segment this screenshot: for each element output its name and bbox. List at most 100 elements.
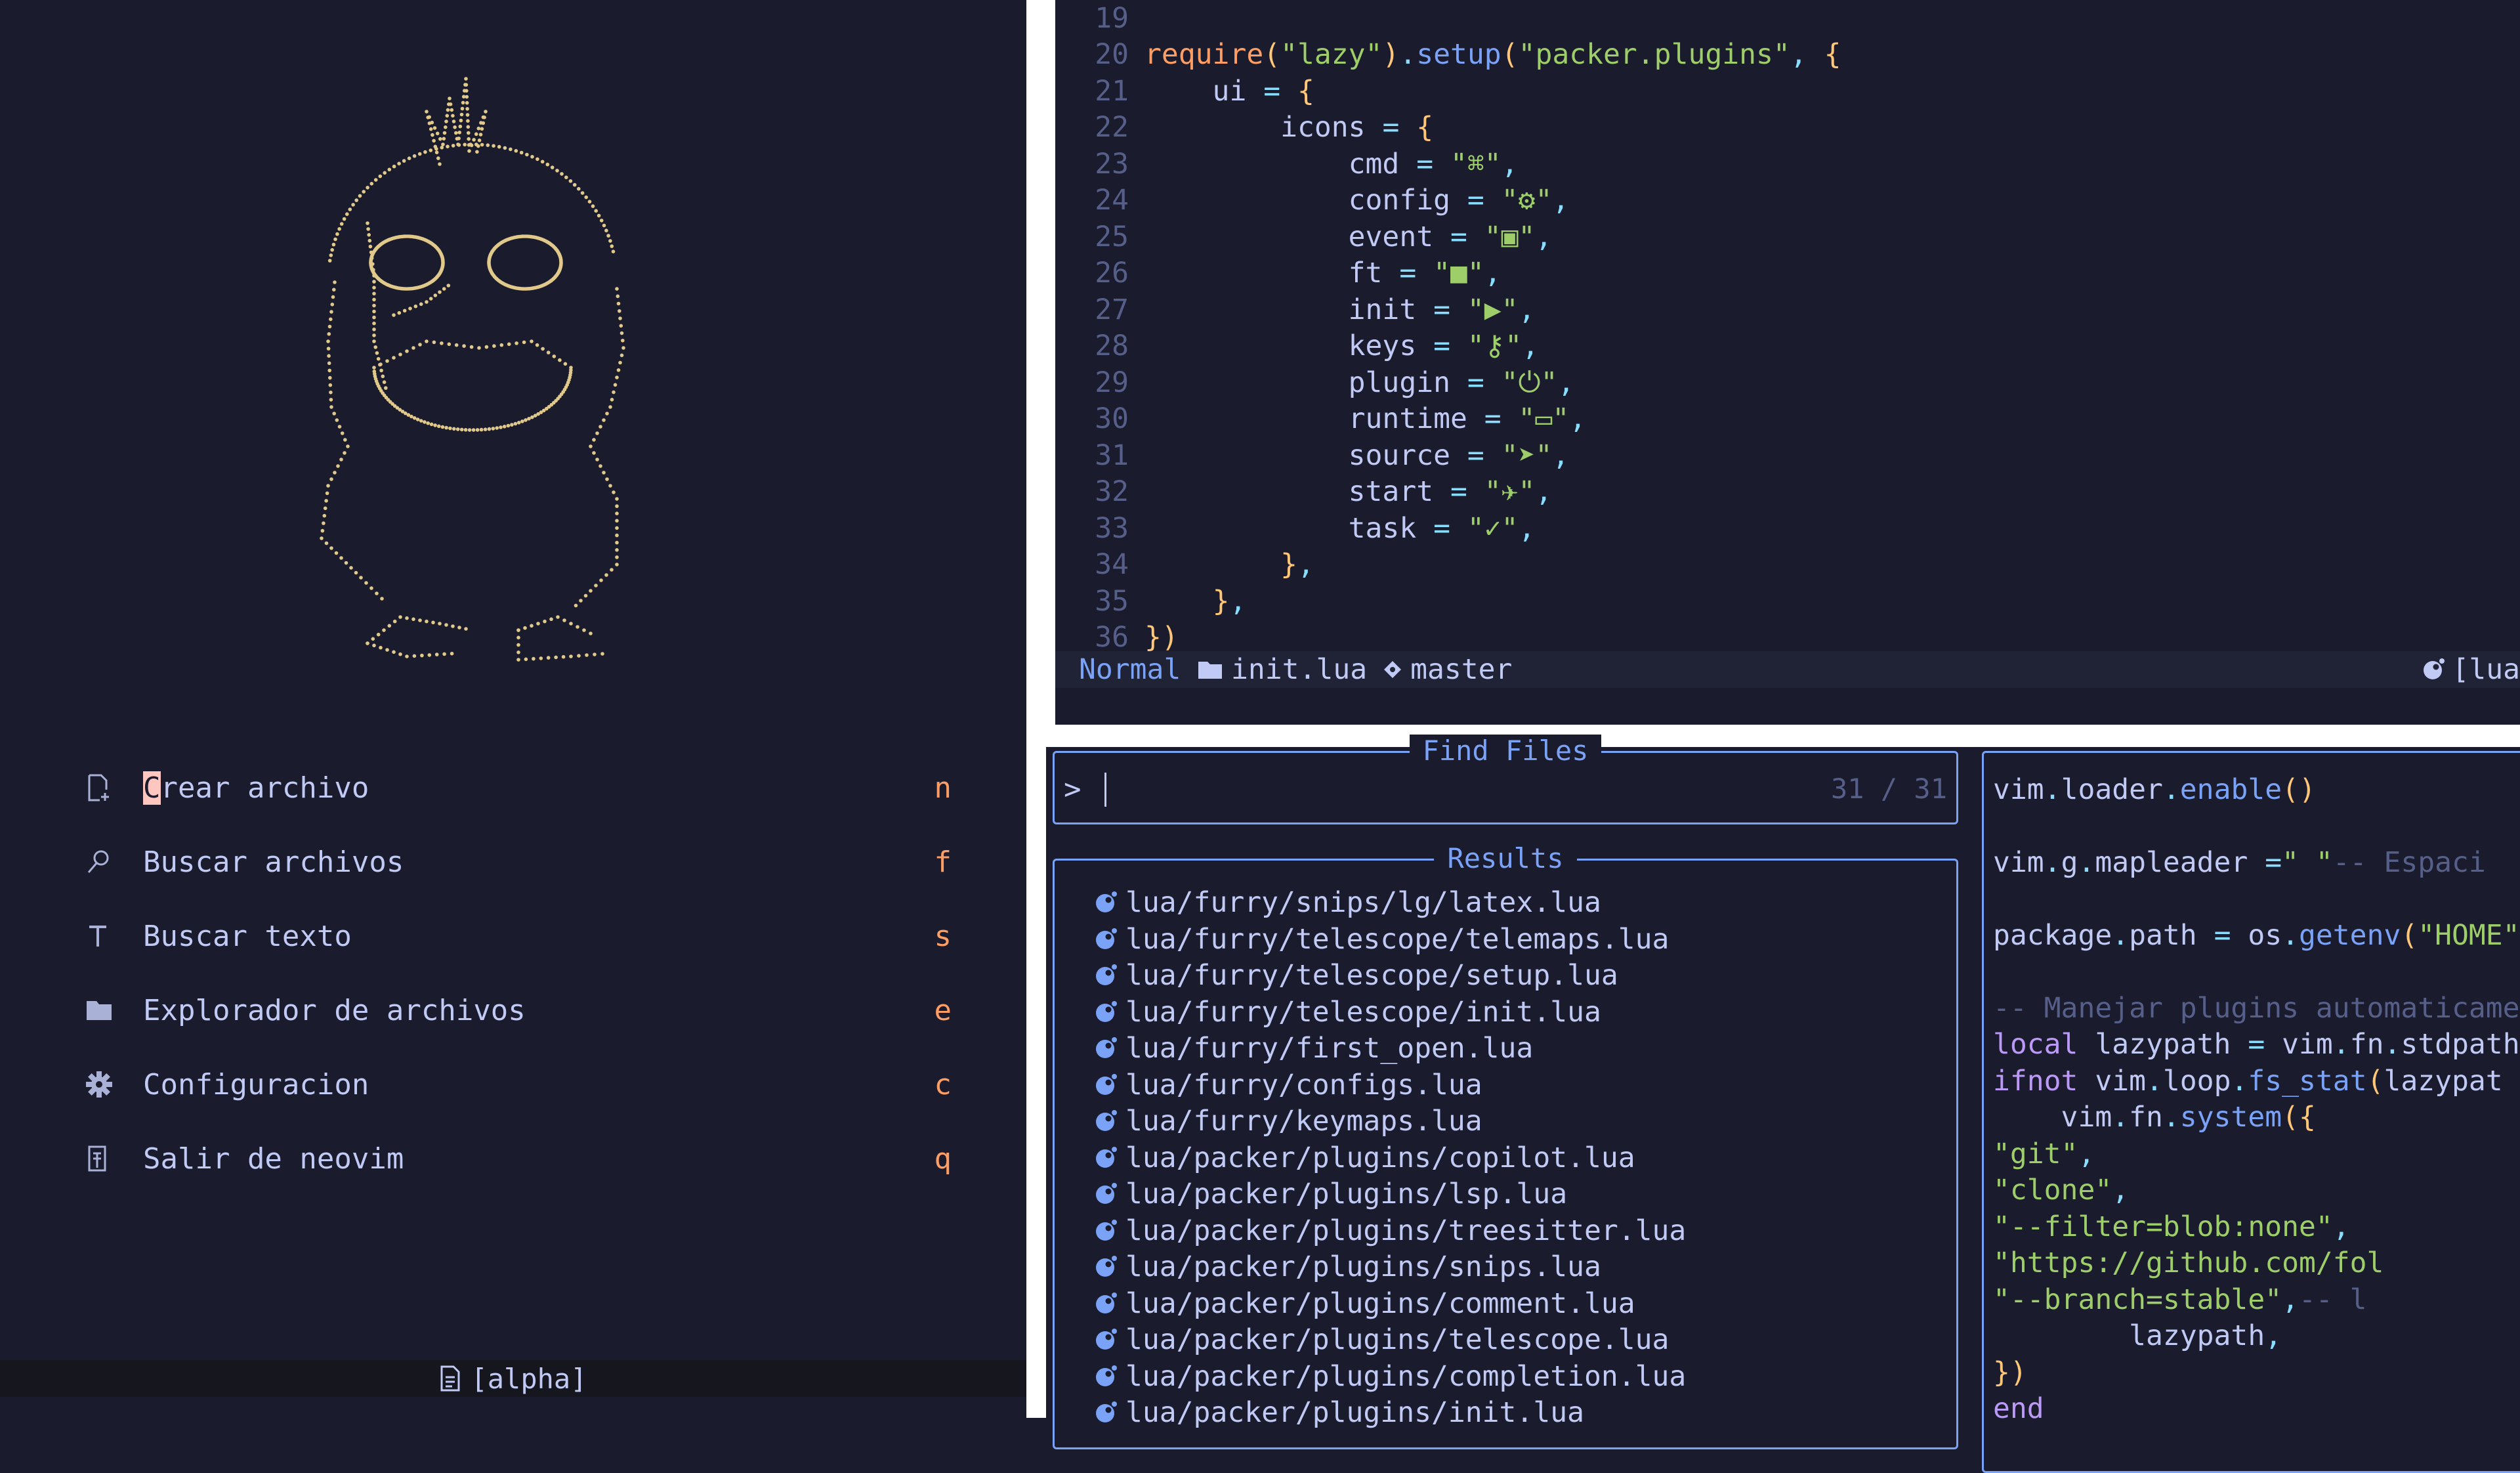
- result-item[interactable]: lua/furry/configs.lua: [1094, 1067, 1482, 1103]
- exit-icon: [85, 1144, 143, 1173]
- preview-line: if not vim. loop. fs_stat(lazypat: [1993, 1064, 2503, 1098]
- code-text: cmd = "⌘",: [1144, 147, 1519, 181]
- alpha-buffer-bar: [alpha]: [0, 1360, 1026, 1397]
- result-item[interactable]: lua/furry/telescope/init.lua: [1094, 994, 1601, 1031]
- code-line[interactable]: 20 require("lazy").setup("packer.plugins"…: [1055, 37, 2520, 73]
- preview-line: vim. fn. system({: [1993, 1101, 2316, 1134]
- alpha-dashboard: Crear archivo n Buscar archivos f Buscar tex…: [0, 0, 1026, 1418]
- code-line[interactable]: 32 start = "✈",: [1055, 474, 2520, 510]
- menu-item-shortcut: f: [934, 845, 952, 879]
- menu-item-label: Buscar archivos: [143, 845, 404, 879]
- line-number: 29: [1095, 366, 1129, 399]
- statusline-file: init.lua: [1197, 653, 1367, 686]
- result-path: lua/furry/snips/lg/latex.lua: [1125, 886, 1601, 919]
- lua-icon: [1094, 964, 1125, 987]
- preview-line: "git",: [1993, 1137, 2095, 1170]
- line-number: 31: [1095, 438, 1129, 472]
- code-text: keys = "⚷",: [1144, 330, 1540, 362]
- line-number: 23: [1095, 147, 1129, 181]
- result-item[interactable]: lua/packer/plugins/lsp.lua: [1094, 1176, 1567, 1212]
- result-item[interactable]: lua/packer/plugins/treesitter.lua: [1094, 1212, 1686, 1249]
- menu-item-configuracion[interactable]: Configuracion c: [85, 1058, 952, 1111]
- line-number: 32: [1095, 475, 1129, 508]
- code-line[interactable]: 23 cmd = "⌘",: [1055, 146, 2520, 182]
- window-separator[interactable]: [1026, 0, 1046, 1418]
- menu-item-salir-de-neovim[interactable]: Salir de neovim q: [85, 1132, 952, 1185]
- preview-line: -- Manejar plugins automaticame: [1993, 991, 2520, 1025]
- code-text: init = "▶",: [1144, 293, 1536, 326]
- code-text: source = "➤",: [1144, 438, 1570, 472]
- preview-line: "https://github.com/fol: [1993, 1247, 2384, 1279]
- code-line[interactable]: 35 },: [1055, 583, 2520, 619]
- code-line[interactable]: 27 init = "▶",: [1055, 291, 2520, 328]
- text-icon: [85, 922, 143, 950]
- code-text: require("lazy").setup("packer.plugins", …: [1144, 38, 1841, 71]
- code-text: plugin = "⏻",: [1144, 366, 1575, 399]
- menu-item-buscar-texto[interactable]: Buscar texto s: [85, 910, 952, 962]
- filetype-label: [lua: [2452, 653, 2520, 686]
- code-line[interactable]: 34 },: [1055, 547, 2520, 583]
- result-path: lua/packer/plugins/completion.lua: [1125, 1359, 1687, 1393]
- code-line[interactable]: 19: [1055, 0, 2520, 36]
- code-editor[interactable]: 19 20 require("lazy").setup("packer.plugin…: [1046, 0, 2520, 725]
- code-line[interactable]: 33 task = "✓",: [1055, 510, 2520, 546]
- result-item[interactable]: lua/packer/plugins/init.lua: [1094, 1394, 1584, 1431]
- code-line[interactable]: 30 runtime = "▭",: [1055, 401, 2520, 437]
- telescope-picker: Find Files > 31 / 31 Results lua/furry/s…: [1046, 735, 2520, 1473]
- result-count: 31 / 31: [1830, 773, 1947, 805]
- line-number: 20: [1095, 38, 1129, 71]
- menu-item-explorador-de-archivos[interactable]: Explorador de archivos e: [85, 984, 952, 1036]
- prompt-caret[interactable]: [1104, 773, 1106, 807]
- lua-icon: [1094, 1146, 1125, 1170]
- result-item[interactable]: lua/packer/plugins/copilot.lua: [1094, 1140, 1635, 1176]
- menu-item-buscar-archivos[interactable]: Buscar archivos f: [85, 836, 952, 888]
- result-path: lua/packer/plugins/init.lua: [1125, 1396, 1584, 1429]
- menu-item-crear-archivo[interactable]: Crear archivo n: [85, 761, 952, 814]
- git-branch-icon: [1383, 660, 1402, 679]
- code-line[interactable]: 21 ui = {: [1055, 73, 2520, 109]
- code-line[interactable]: 36}): [1055, 620, 2520, 656]
- preview-line: "clone",: [1993, 1174, 2130, 1206]
- result-item[interactable]: lua/furry/snips/lg/latex.lua: [1094, 884, 1601, 921]
- menu-item-label: Salir de neovim: [143, 1142, 404, 1176]
- lua-icon: [1094, 1292, 1125, 1315]
- psyduck-ascii-art: [320, 77, 625, 662]
- lua-icon: [1094, 928, 1125, 951]
- code-line[interactable]: 31 source = "➤",: [1055, 437, 2520, 473]
- statusline-branch: master: [1383, 653, 1512, 686]
- result-path: lua/packer/plugins/copilot.lua: [1125, 1141, 1635, 1174]
- line-number: 19: [1095, 1, 1129, 35]
- preview-line: local lazypath = vim. fn. stdpath: [1993, 1028, 2520, 1061]
- result-item[interactable]: lua/furry/telescope/telemaps.lua: [1094, 921, 1669, 958]
- mode-indicator: Normal: [1079, 653, 1181, 686]
- lua-icon: [1094, 1219, 1125, 1243]
- result-item[interactable]: lua/packer/plugins/snips.lua: [1094, 1249, 1601, 1285]
- menu-item-shortcut: s: [934, 919, 952, 953]
- result-item[interactable]: lua/furry/keymaps.lua: [1094, 1103, 1482, 1140]
- code-line[interactable]: 25 event = "▣",: [1055, 219, 2520, 255]
- lua-icon: [1094, 1000, 1125, 1024]
- line-number: 34: [1095, 548, 1129, 581]
- code-line[interactable]: 22 icons = {: [1055, 110, 2520, 146]
- code-line[interactable]: 26 ft = "■",: [1055, 255, 2520, 291]
- lua-icon: [1094, 1255, 1125, 1279]
- code-line[interactable]: 28 keys = "⚷",: [1055, 328, 2520, 364]
- result-item[interactable]: lua/packer/plugins/completion.lua: [1094, 1358, 1686, 1395]
- result-path: lua/packer/plugins/snips.lua: [1125, 1250, 1601, 1283]
- result-item[interactable]: lua/packer/plugins/comment.lua: [1094, 1285, 1635, 1322]
- preview-line: "--branch=stable", -- l: [1993, 1283, 2367, 1316]
- result-item[interactable]: lua/furry/first_open.lua: [1094, 1030, 1533, 1067]
- result-item[interactable]: lua/packer/plugins/telescope.lua: [1094, 1321, 1669, 1358]
- prompt-symbol: >: [1064, 773, 1082, 806]
- preview-line: "--filter=blob:none",: [1993, 1210, 2350, 1243]
- code-line[interactable]: 24 config = "⚙",: [1055, 182, 2520, 219]
- preview-line: package. path = os. getenv("HOME": [1993, 918, 2520, 952]
- result-item[interactable]: lua/furry/telescope/setup.lua: [1094, 957, 1618, 994]
- code-text: task = "✓",: [1144, 511, 1536, 545]
- code-line[interactable]: 29 plugin = "⏻",: [1055, 364, 2520, 400]
- code-text: ui = {: [1144, 74, 1314, 108]
- telescope-preview: vim. loader. enable() vim. g. mapleader = " "…: [1982, 751, 2520, 1473]
- result-path: lua/packer/plugins/lsp.lua: [1125, 1178, 1568, 1210]
- telescope-prompt[interactable]: Find Files > 31 / 31: [1053, 735, 1958, 824]
- code-text: start = "✈",: [1144, 475, 1553, 508]
